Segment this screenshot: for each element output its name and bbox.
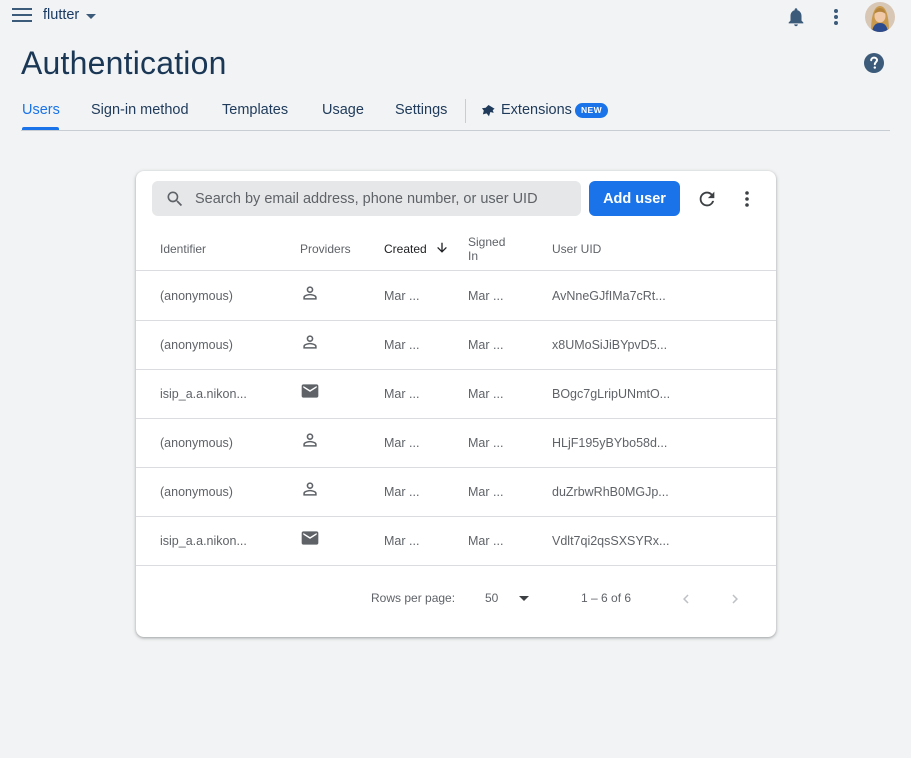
cell-identifier: isip_a.a.nikon...: [160, 534, 247, 548]
more-vert-icon[interactable]: [826, 6, 846, 28]
extension-puzzle-icon: [481, 104, 495, 117]
email-envelope-icon: [301, 384, 319, 398]
avatar[interactable]: [865, 2, 895, 32]
cell-signed-in: Mar ...: [468, 436, 504, 450]
tab-users[interactable]: Users: [22, 102, 60, 118]
cell-user-uid: x8UMoSiJiBYpvD5...: [552, 338, 668, 352]
help-icon[interactable]: [863, 52, 885, 74]
cell-signed-in: Mar ...: [468, 289, 504, 303]
page-title: Authentication: [21, 45, 227, 81]
tab-bar: Users Sign-in method Templates Usage Set…: [21, 92, 890, 131]
search-icon: [167, 191, 183, 207]
cell-created: Mar ...: [384, 485, 420, 499]
table-row[interactable]: (anonymous) Mar ... Mar ... HLjF195yBYbo58d…: [136, 419, 776, 468]
cell-identifier: (anonymous): [160, 289, 233, 303]
column-created[interactable]: Created: [384, 242, 427, 256]
refresh-icon[interactable]: [696, 188, 718, 210]
table-row[interactable]: isip_a.a.nikon... Mar ... Mar ... BOgc7gLri…: [136, 370, 776, 419]
cell-created: Mar ...: [384, 534, 420, 548]
cell-user-uid: BOgc7gLripUNmtO...: [552, 387, 671, 401]
cell-created: Mar ...: [384, 436, 420, 450]
table-header: Identifier Providers Created Signed In U…: [136, 226, 776, 271]
cell-created: Mar ...: [384, 289, 420, 303]
email-envelope-icon: [301, 531, 319, 545]
cell-created: Mar ...: [384, 338, 420, 352]
cell-user-uid: duZrbwRhB0MGJp...: [552, 485, 669, 499]
top-bar: flutter: [0, 0, 911, 34]
page-range: 1 – 6 of 6: [581, 591, 632, 605]
users-card: Add user Identifier Providers Created Si…: [136, 171, 776, 637]
cell-identifier: isip_a.a.nikon...: [160, 387, 247, 401]
column-signed-in[interactable]: Signed In: [468, 235, 505, 263]
table-row[interactable]: (anonymous) Mar ... Mar ... AvNneGJfIMa7cRt…: [136, 272, 776, 321]
project-name: flutter: [43, 7, 80, 23]
new-badge: NEW: [575, 103, 609, 118]
anonymous-person-icon: [303, 433, 317, 447]
table-row[interactable]: (anonymous) Mar ... Mar ... duZrbwRhB0MGJp.…: [136, 468, 776, 517]
table-row[interactable]: isip_a.a.nikon... Mar ... Mar ... Vdlt7qi2q…: [136, 517, 776, 566]
rows-per-page-label: Rows per page:: [371, 591, 456, 605]
cell-identifier: (anonymous): [160, 338, 233, 352]
chevron-down-icon: [86, 13, 97, 19]
menu-icon[interactable]: [12, 8, 34, 26]
anonymous-person-icon: [303, 335, 317, 349]
column-providers[interactable]: Providers: [300, 242, 351, 256]
anonymous-person-icon: [303, 482, 317, 496]
column-user-uid[interactable]: User UID: [552, 242, 601, 256]
add-user-button[interactable]: Add user: [589, 181, 680, 216]
tab-extensions[interactable]: Extensions: [501, 102, 572, 118]
cell-signed-in: Mar ...: [468, 485, 504, 499]
cell-created: Mar ...: [384, 387, 420, 401]
chevron-right-icon[interactable]: [726, 590, 744, 608]
active-tab-indicator: [22, 127, 59, 130]
search-input[interactable]: [195, 181, 575, 216]
chevron-left-icon[interactable]: [677, 590, 695, 608]
table-row[interactable]: (anonymous) Mar ... Mar ... x8UMoSiJiBYpvD5…: [136, 321, 776, 370]
rows-per-page-select[interactable]: 50: [485, 586, 533, 608]
tab-divider: [465, 99, 466, 123]
tab-usage[interactable]: Usage: [322, 102, 364, 118]
arrow-down-icon[interactable]: [435, 241, 449, 255]
anonymous-person-icon: [303, 286, 317, 300]
table-footer: Rows per page: 50 1 – 6 of 6: [136, 566, 776, 637]
chevron-down-icon: [519, 596, 529, 601]
cell-user-uid: AvNneGJfIMa7cRt...: [552, 289, 666, 303]
tab-templates[interactable]: Templates: [222, 102, 288, 118]
cell-signed-in: Mar ...: [468, 534, 504, 548]
cell-signed-in: Mar ...: [468, 338, 504, 352]
cell-user-uid: Vdlt7qi2qsSXSYRx...: [552, 534, 670, 548]
cell-user-uid: HLjF195yBYbo58d...: [552, 436, 668, 450]
project-selector[interactable]: flutter: [43, 7, 97, 23]
more-vert-icon[interactable]: [737, 188, 757, 210]
cell-signed-in: Mar ...: [468, 387, 504, 401]
search-box[interactable]: [152, 181, 581, 216]
bell-icon[interactable]: [785, 6, 807, 28]
tab-settings[interactable]: Settings: [395, 102, 447, 118]
cell-identifier: (anonymous): [160, 485, 233, 499]
column-identifier[interactable]: Identifier: [160, 242, 206, 256]
cell-identifier: (anonymous): [160, 436, 233, 450]
rows-per-page-value: 50: [485, 591, 499, 605]
tab-sign-in-method[interactable]: Sign-in method: [91, 102, 189, 118]
